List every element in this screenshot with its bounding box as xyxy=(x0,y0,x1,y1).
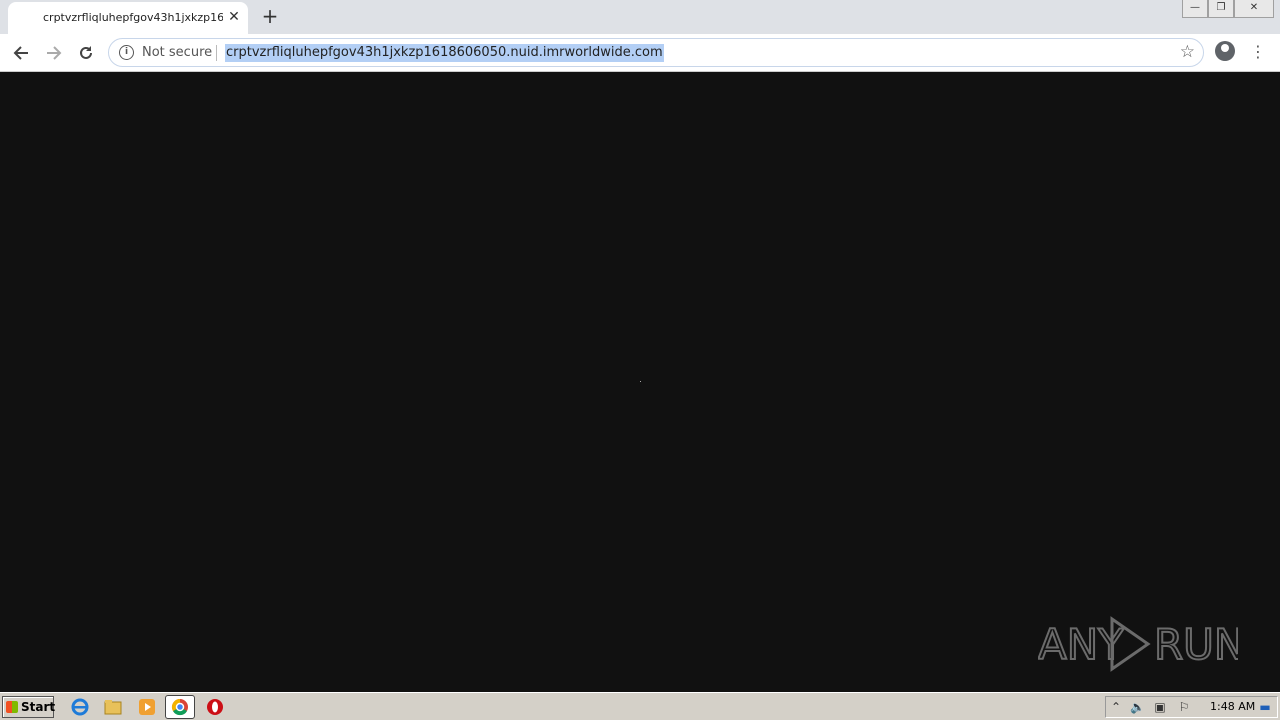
back-button[interactable] xyxy=(8,40,34,66)
windows-taskbar: Start ⌃ 🔈 ▣ ⚐ 1:48 AM ▬ xyxy=(0,692,1280,720)
loading-dot xyxy=(640,381,641,382)
opera-icon[interactable] xyxy=(205,697,225,717)
restore-button[interactable]: ❐ xyxy=(1208,0,1234,18)
menu-kebab-icon[interactable]: ⋮ xyxy=(1250,40,1266,64)
info-icon[interactable]: i xyxy=(119,45,134,60)
bookmark-star-icon[interactable]: ☆ xyxy=(1180,42,1195,62)
clock[interactable]: 1:48 AM xyxy=(1210,700,1255,713)
chrome-icon xyxy=(171,698,188,716)
file-explorer-icon[interactable] xyxy=(103,697,123,717)
reload-icon xyxy=(80,46,92,59)
tab-title: crptvzrfliqluhepfgov43h1jxkzp1618606050.… xyxy=(43,11,223,24)
url-text[interactable]: crptvzrfliqluhepfgov43h1jxkzp1618606050.… xyxy=(225,44,664,62)
profile-avatar-icon[interactable] xyxy=(1215,41,1235,61)
tab-strip: crptvzrfliqluhepfgov43h1jxkzp1618606050.… xyxy=(0,0,1280,34)
watermark-text-run: RUN xyxy=(1154,620,1238,669)
desktop-icon[interactable]: ▬ xyxy=(1258,700,1272,714)
network-icon[interactable]: ▣ xyxy=(1153,700,1167,714)
speaker-icon[interactable]: 🔈 xyxy=(1130,700,1145,714)
browser-toolbar: i Not secure crptvzrfliqluhepfgov43h1jxk… xyxy=(0,34,1280,72)
forward-button[interactable] xyxy=(41,40,67,66)
media-player-icon[interactable] xyxy=(137,697,157,717)
new-tab-button[interactable]: + xyxy=(258,5,282,29)
start-label: Start xyxy=(21,700,56,714)
security-label[interactable]: Not secure xyxy=(142,45,212,60)
chevron-up-icon[interactable]: ⌃ xyxy=(1109,700,1123,714)
minimize-button[interactable]: — xyxy=(1182,0,1208,18)
internet-explorer-icon[interactable] xyxy=(70,697,90,717)
windows-logo-icon xyxy=(6,701,18,713)
reload-button[interactable] xyxy=(73,40,99,66)
forward-arrow-icon xyxy=(47,46,62,60)
browser-tab[interactable]: crptvzrfliqluhepfgov43h1jxkzp1618606050.… xyxy=(8,2,248,34)
chrome-taskbar-button[interactable] xyxy=(165,695,195,719)
separator xyxy=(216,45,217,61)
flag-icon[interactable]: ⚐ xyxy=(1177,700,1191,714)
back-arrow-icon xyxy=(13,46,28,60)
page-content: ANY RUN xyxy=(0,72,1280,692)
tab-close-icon[interactable]: ✕ xyxy=(225,8,243,26)
address-bar[interactable]: i Not secure crptvzrfliqluhepfgov43h1jxk… xyxy=(108,38,1204,67)
system-tray: ⌃ 🔈 ▣ ⚐ 1:48 AM ▬ xyxy=(1105,696,1278,718)
close-window-button[interactable]: ✕ xyxy=(1234,0,1274,18)
start-button[interactable]: Start xyxy=(2,696,56,718)
anyrun-watermark-logo: ANY RUN xyxy=(1038,616,1238,672)
